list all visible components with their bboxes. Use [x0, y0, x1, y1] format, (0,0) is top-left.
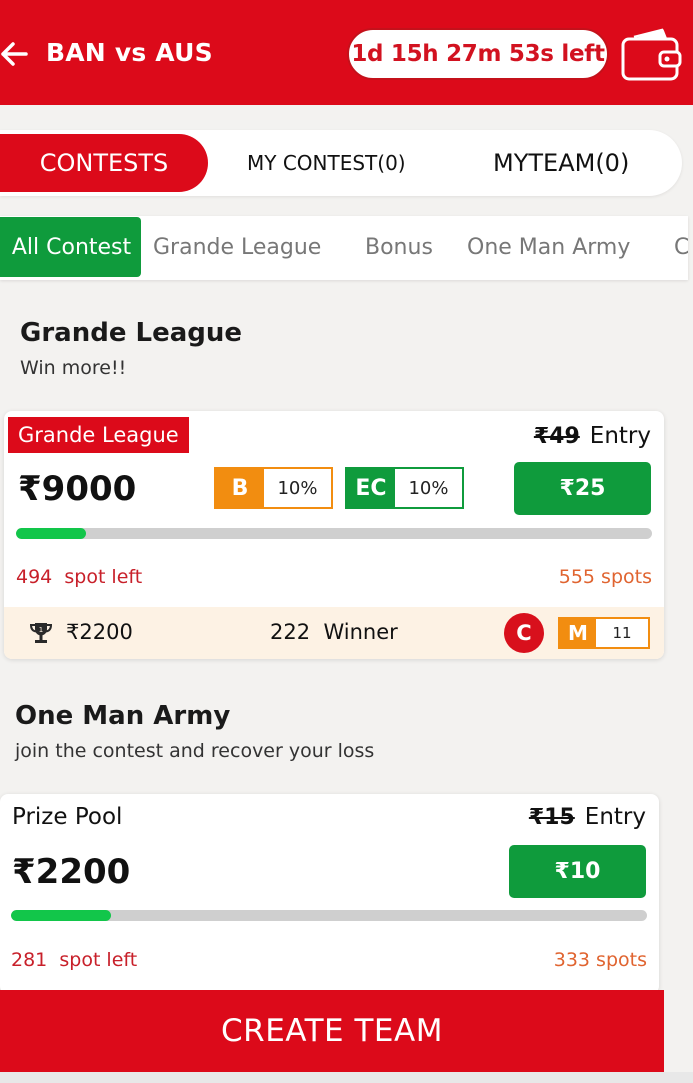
bottom-divider [0, 1072, 693, 1083]
ec-badge: EC 10% [345, 467, 464, 509]
contest-filter-bar: All Contest Grande League Bonus One Man … [0, 216, 688, 280]
bonus-badge-value: 10% [277, 477, 318, 499]
card-footer: 1 ₹2200 222 Winner C M 11 [4, 607, 664, 659]
first-prize: ₹2200 [66, 620, 133, 644]
contest-tabs: CONTESTS MY CONTEST(0) MYTEAM(0) [0, 130, 682, 196]
trophy-icon: 1 [29, 623, 53, 643]
winners-number: 222 [270, 620, 311, 644]
entry-old-price: ₹49 [533, 424, 580, 449]
spots-left-count: 494 [16, 566, 53, 588]
winners-count: 222 Winner [270, 620, 398, 644]
wallet-icon[interactable] [620, 22, 682, 84]
spots-progress-fill [16, 528, 86, 539]
prize-amount: ₹9000 [18, 469, 137, 509]
entry-label: Entry [584, 804, 646, 830]
spots-progress-bar [11, 910, 647, 921]
winners-label: Winner [323, 620, 398, 644]
ec-badge-key: EC [347, 469, 395, 507]
contest-card[interactable]: Grande League ₹49 Entry ₹9000 B 10% EC 1… [4, 411, 664, 659]
arrow-left-icon[interactable] [0, 36, 36, 72]
spots-left: 281 spot left [11, 949, 137, 971]
bonus-badge-key: B [216, 469, 264, 507]
match-title: BAN vs AUS [46, 38, 213, 67]
filter-next-item[interactable]: C [674, 217, 688, 277]
prize-pool-label: Prize Pool [12, 804, 123, 830]
confirmed-badge: C [504, 613, 544, 653]
entry-fee: ₹15 Entry [529, 804, 646, 830]
filter-all-contest[interactable]: All Contest [0, 217, 141, 277]
filter-one-man-army[interactable]: One Man Army [467, 217, 630, 277]
section-subtitle: Win more!! [20, 357, 127, 379]
spots-progress-fill [11, 910, 111, 921]
section-title: Grande League [20, 318, 243, 348]
spots-left-label: spot left [59, 949, 138, 971]
entry-old-price: ₹15 [528, 805, 575, 830]
filter-bonus[interactable]: Bonus [365, 217, 433, 277]
multi-entry-value: 11 [612, 624, 632, 642]
tab-contests[interactable]: CONTESTS [0, 134, 208, 192]
tab-my-team[interactable]: MYTEAM(0) [493, 134, 629, 192]
spots-progress-bar [16, 528, 652, 539]
join-button[interactable]: ₹10 [509, 845, 646, 898]
league-tag: Grande League [8, 417, 189, 453]
filter-grande-league[interactable]: Grande League [153, 217, 321, 277]
bonus-badge: B 10% [214, 467, 333, 509]
total-spots: 555 spots [558, 566, 652, 588]
spots-left-count: 281 [11, 949, 48, 971]
total-spots: 333 spots [553, 949, 647, 971]
spots-left-label: spot left [64, 566, 143, 588]
spots-left: 494 spot left [16, 566, 142, 588]
top-header: BAN vs AUS 1d 15h 27m 53s left [0, 0, 693, 105]
multi-entry-badge: M 11 [558, 617, 650, 649]
create-team-button[interactable]: CREATE TEAM [0, 990, 664, 1072]
tab-my-contest[interactable]: MY CONTEST(0) [247, 134, 406, 192]
section-subtitle: join the contest and recover your loss [15, 740, 375, 762]
countdown-timer: 1d 15h 27m 53s left [347, 28, 609, 80]
join-button[interactable]: ₹25 [514, 462, 651, 515]
timer-text: 1d 15h 27m 53s left [351, 41, 605, 67]
section-title: One Man Army [15, 701, 231, 731]
ec-badge-value: 10% [408, 477, 449, 499]
contest-card[interactable]: Prize Pool ₹15 Entry ₹2200 ₹10 281 spot … [0, 794, 659, 994]
svg-text:1: 1 [39, 626, 43, 634]
entry-label: Entry [589, 423, 651, 449]
multi-entry-key: M [560, 619, 596, 647]
entry-fee: ₹49 Entry [534, 423, 651, 449]
prize-amount: ₹2200 [12, 852, 131, 892]
